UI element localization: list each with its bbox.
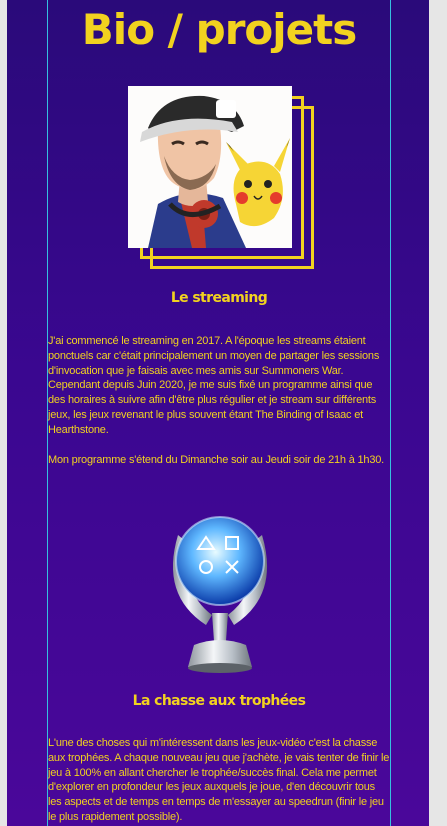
portrait-image [128,86,314,270]
page-background: Bio / projets Le streaming J'ai commencé… [7,0,429,826]
streaming-paragraph: J'ai commencé le streaming en 2017. A l'… [48,335,380,436]
avatar-photo [128,86,292,248]
schedule-paragraph: Mon programme s'étend du Dimanche soir a… [48,454,385,466]
avatar-illustration [140,95,290,248]
platinum-trophy-icon [160,505,280,675]
content-column: Bio / projets Le streaming J'ai commencé… [47,0,391,826]
trophies-paragraph: L'une des choses qui m'intéressent dans … [48,737,390,823]
streaming-heading: Le streaming [170,290,268,306]
page-title: Bio / projets [81,5,357,54]
trophies-heading: La chasse aux trophées [132,693,306,709]
scrollbar-track[interactable] [429,0,447,826]
